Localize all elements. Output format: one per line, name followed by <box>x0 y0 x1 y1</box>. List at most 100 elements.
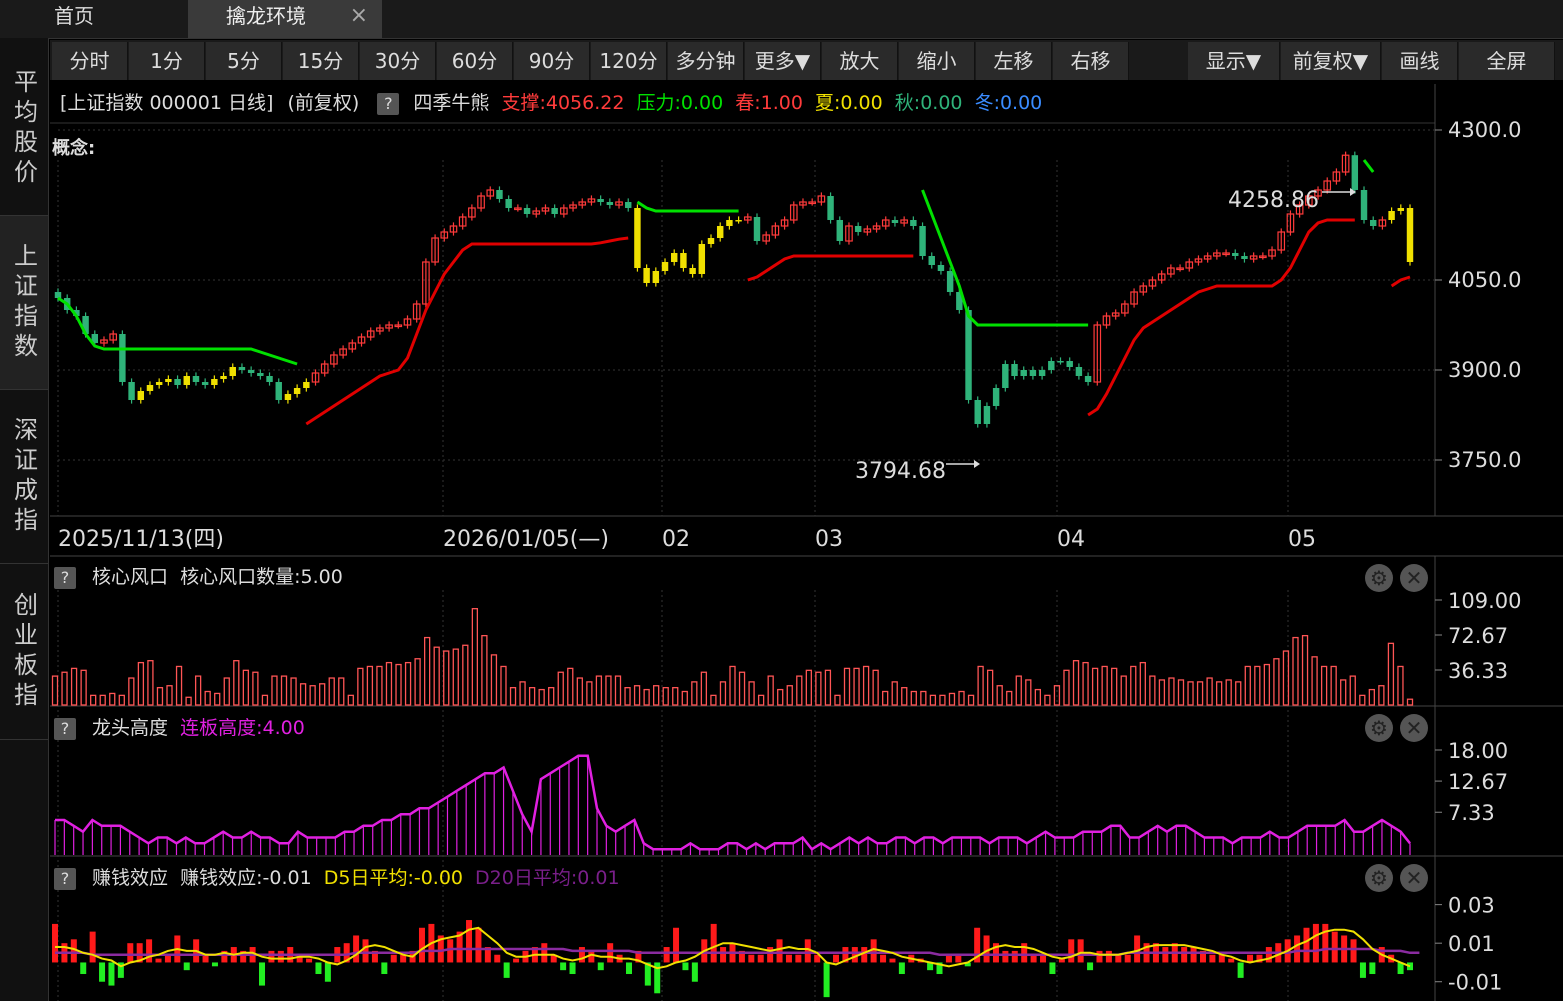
core-bar <box>624 687 631 706</box>
candle-body <box>477 195 485 209</box>
tb-multi-min[interactable]: 多分钟 <box>668 42 744 80</box>
candle-body <box>1341 154 1350 173</box>
core-bar <box>290 677 297 706</box>
core-bar <box>1082 661 1089 706</box>
money-bar <box>343 943 350 963</box>
candle-body <box>1249 255 1258 260</box>
tb-right[interactable]: 右移 <box>1053 42 1129 80</box>
money-bar <box>240 950 247 963</box>
candle-body <box>569 204 577 209</box>
candle-body <box>431 237 439 263</box>
core-bar <box>1044 694 1051 706</box>
money-bar <box>560 962 567 971</box>
tab-home[interactable]: 首页 <box>0 0 188 38</box>
tab-dragon-env[interactable]: 擒龙环境 × <box>188 0 382 38</box>
gear-icon[interactable]: ⚙ <box>1365 714 1393 742</box>
tb-15min[interactable]: 15分 <box>283 42 359 80</box>
candle-body <box>1038 370 1046 376</box>
kline-chart[interactable]: 4258.86 3794.68 4300.0 4050.0 3900.0 3750.0 2… <box>0 0 1563 1001</box>
tb-fenshi[interactable]: 分时 <box>52 42 128 80</box>
core-bar <box>1359 694 1366 706</box>
sidebar-item-label: 创业板指 <box>9 591 38 712</box>
core-axis-label: 72.67 <box>1448 624 1508 648</box>
close-icon[interactable]: ✕ <box>1400 564 1428 592</box>
money-bar <box>588 950 595 963</box>
candle-body <box>1011 364 1018 376</box>
close-icon[interactable]: × <box>350 0 368 32</box>
core-bar <box>1292 636 1299 706</box>
gear-icon[interactable]: ⚙ <box>1365 564 1393 592</box>
money-bar <box>776 939 783 963</box>
gear-icon[interactable]: ⚙ <box>1365 864 1393 892</box>
autumn-value: 秋:0.00 <box>894 92 963 114</box>
help-icon[interactable]: ? <box>377 92 400 115</box>
help-icon[interactable]: ? <box>54 867 76 890</box>
core-bar <box>357 667 364 706</box>
panel-money-value: 赚钱效应:-0.01 <box>180 867 312 889</box>
core-bar <box>1282 650 1290 706</box>
money-bar <box>1124 954 1131 963</box>
tb-5min[interactable]: 5分 <box>206 42 282 80</box>
candle-body <box>109 333 118 341</box>
core-bar <box>986 669 994 706</box>
money-bar <box>428 923 435 963</box>
money-bar <box>193 939 200 963</box>
money-bar <box>1087 962 1094 971</box>
candle-body <box>1332 171 1341 182</box>
money-bar <box>833 954 840 963</box>
sidebar-item-sh-index[interactable]: 上证指数 <box>0 216 48 390</box>
winter-value: 冬:0.00 <box>974 92 1043 114</box>
money-bar <box>578 947 585 963</box>
tb-zoom-in[interactable]: 放大 <box>822 42 898 80</box>
core-bar <box>910 690 917 706</box>
money-bar <box>1350 939 1357 963</box>
panel-core-header: ? 核心风口 核心风口数量:5.00 <box>50 560 343 594</box>
core-bar <box>1340 679 1347 706</box>
money-bar <box>861 947 868 963</box>
tb-90min[interactable]: 90分 <box>514 42 590 80</box>
candle-body <box>63 298 71 310</box>
candle-body <box>946 271 954 292</box>
chart-title: [上证指数 000001 日线] <box>60 92 274 114</box>
tb-1min[interactable]: 1分 <box>129 42 205 80</box>
money-bar <box>804 939 811 963</box>
money-bar <box>955 954 962 963</box>
tb-60min[interactable]: 60分 <box>437 42 513 80</box>
panel-dragon-name: 龙头高度 <box>92 717 169 739</box>
tb-adjust[interactable]: 前复权▼ <box>1281 42 1381 80</box>
tb-left[interactable]: 左移 <box>976 42 1052 80</box>
sidebar-item-gem-index[interactable]: 创业板指 <box>0 564 48 740</box>
tb-more[interactable]: 更多▼ <box>745 42 821 80</box>
tb-draw[interactable]: 画线 <box>1382 42 1458 80</box>
money-bar <box>814 954 821 963</box>
money-bar <box>164 954 171 963</box>
money-bar <box>306 958 313 963</box>
period-toolbar: 分时 1分 5分 15分 30分 60分 90分 120分 多分钟 更多▼ 放大… <box>50 40 1563 80</box>
tb-120min[interactable]: 120分 <box>591 42 667 80</box>
help-icon[interactable]: ? <box>54 717 76 740</box>
candle-body <box>403 318 412 326</box>
candle-body <box>1102 315 1111 326</box>
sidebar-item-sz-index[interactable]: 深证成指 <box>0 390 48 564</box>
tb-fullscreen[interactable]: 全屏 <box>1459 42 1555 80</box>
sidebar-item-avg-price[interactable]: 平均股价 <box>0 42 48 216</box>
candle-body <box>1185 261 1194 269</box>
candle-body <box>1203 255 1212 260</box>
close-icon[interactable]: ✕ <box>1400 864 1428 892</box>
date-axis-label: 02 <box>662 527 690 552</box>
core-bar <box>843 667 851 706</box>
help-icon[interactable]: ? <box>54 566 76 589</box>
money-bar <box>89 931 96 963</box>
money-bar <box>1275 943 1282 963</box>
candle-body <box>1378 219 1387 227</box>
core-bar <box>977 665 984 706</box>
money-bar <box>654 962 661 994</box>
candle-body <box>348 342 357 350</box>
money-bar <box>531 947 538 963</box>
tb-display[interactable]: 显示▼ <box>1188 42 1280 80</box>
candle-body <box>1176 267 1184 271</box>
core-bar <box>882 690 889 706</box>
tb-30min[interactable]: 30分 <box>360 42 436 80</box>
close-icon[interactable]: ✕ <box>1400 714 1428 742</box>
tb-zoom-out[interactable]: 缩小 <box>899 42 975 80</box>
